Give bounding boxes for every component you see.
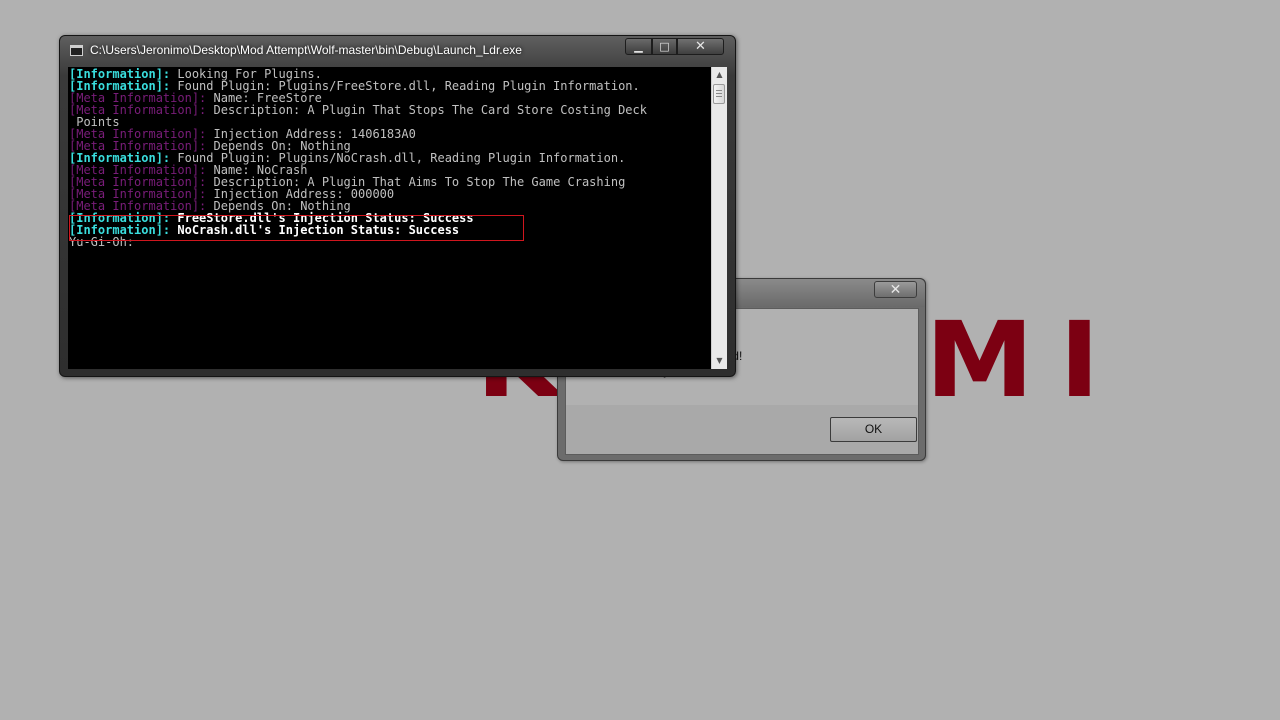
desktop: KONAMI ✕ r For The Wolf Project Report T…: [0, 0, 1280, 720]
scroll-down-icon[interactable]: ▼: [712, 353, 727, 369]
ok-button[interactable]: OK: [830, 417, 917, 442]
console-client-area: [Information]: Looking For Plugins. [Inf…: [68, 67, 727, 369]
console-output[interactable]: [Information]: Looking For Plugins. [Inf…: [69, 68, 710, 368]
console-app-icon[interactable]: [70, 45, 83, 56]
message-box-close-button[interactable]: ✕: [874, 281, 917, 298]
highlight-box: [69, 215, 524, 241]
maximize-button[interactable]: □: [652, 38, 677, 55]
console-titlebar[interactable]: C:\Users\Jeronimo\Desktop\Mod Attempt\Wo…: [60, 36, 735, 64]
line-text: Description: A Plugin That Stops The Car…: [206, 103, 647, 117]
console-line: [Meta Information]: Description: A Plugi…: [69, 104, 647, 116]
close-button[interactable]: ✕: [677, 38, 724, 55]
vertical-scrollbar[interactable]: ▲ ▼: [711, 67, 727, 369]
scroll-up-icon[interactable]: ▲: [712, 67, 727, 83]
window-title: C:\Users\Jeronimo\Desktop\Mod Attempt\Wo…: [90, 43, 522, 57]
scrollbar-thumb[interactable]: [713, 84, 725, 104]
minimize-button[interactable]: ▁: [625, 38, 652, 55]
console-window: C:\Users\Jeronimo\Desktop\Mod Attempt\Wo…: [59, 35, 736, 377]
